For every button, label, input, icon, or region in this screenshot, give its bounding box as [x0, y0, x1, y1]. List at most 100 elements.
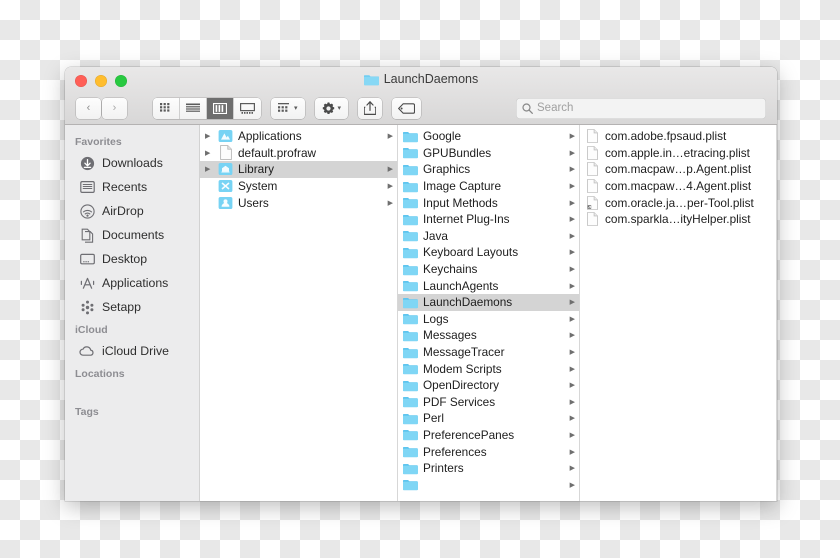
- disclosure-triangle-icon[interactable]: ▶: [205, 132, 213, 140]
- disclosure-triangle-icon[interactable]: ▶: [205, 149, 213, 157]
- sidebar-item-desktop[interactable]: Desktop: [65, 247, 199, 271]
- folder-icon: [403, 295, 418, 310]
- arrange-button[interactable]: ▾: [271, 97, 305, 119]
- column-row-image-capture[interactable]: Image Capture ▶: [398, 178, 579, 195]
- column-row-com-oracle-ja-per-tool-plist[interactable]: com.oracle.ja…per-Tool.plist: [580, 194, 776, 211]
- file-icon: [585, 179, 600, 194]
- column-row-logs[interactable]: Logs ▶: [398, 311, 579, 328]
- column-row-label: Users: [238, 195, 269, 210]
- column-row-item[interactable]: ▶: [398, 476, 579, 493]
- column-row-label: com.apple.in…etracing.plist: [605, 145, 750, 160]
- column-row-gpubundles[interactable]: GPUBundles ▶: [398, 145, 579, 162]
- column-row-label: LaunchAgents: [423, 278, 499, 293]
- column-row-preferencepanes[interactable]: PreferencePanes ▶: [398, 427, 579, 444]
- sidebar-header-icloud: iCloud: [75, 324, 108, 336]
- window-titlebar[interactable]: LaunchDaemons ‹ › ▾ ▾ Search: [65, 67, 777, 125]
- column-row-opendirectory[interactable]: OpenDirectory ▶: [398, 377, 579, 394]
- chevron-down-icon: ▾: [337, 104, 342, 112]
- folder-icon: [403, 228, 418, 243]
- chevron-right-icon: ▶: [569, 465, 575, 473]
- column-row-users[interactable]: Users ▶: [200, 194, 397, 211]
- sidebar-locations-body: [65, 383, 199, 401]
- column-library[interactable]: Google ▶ GPUBundles ▶ Graphics ▶ Image Capture…: [398, 125, 580, 501]
- disclosure-triangle-icon[interactable]: ▶: [205, 165, 213, 173]
- back-button[interactable]: ‹: [76, 97, 101, 119]
- column-row-messagetracer[interactable]: MessageTracer ▶: [398, 344, 579, 361]
- column-row-library[interactable]: ▶ Library ▶: [200, 161, 397, 178]
- tag-button[interactable]: [392, 97, 422, 119]
- column-row-default-profraw[interactable]: ▶ default.profraw: [200, 145, 397, 162]
- tag-icon: [398, 102, 416, 114]
- column-launchdaemons[interactable]: com.adobe.fpsaud.plist com.apple.in…etrac…: [580, 125, 777, 501]
- sidebar-header-tags: Tags: [75, 406, 99, 418]
- column-row-system[interactable]: System ▶: [200, 178, 397, 195]
- column-row-modem-scripts[interactable]: Modem Scripts ▶: [398, 360, 579, 377]
- minimize-button[interactable]: [95, 75, 107, 87]
- forward-button[interactable]: ›: [102, 97, 127, 119]
- column-row-label: Library: [238, 162, 275, 177]
- column-row-applications[interactable]: ▶ Applications ▶: [200, 128, 397, 145]
- column-row-keychains[interactable]: Keychains ▶: [398, 261, 579, 278]
- column-row-messages[interactable]: Messages ▶: [398, 327, 579, 344]
- window-body: Favorites Downloads Recents AirDrop Docu…: [65, 125, 777, 501]
- column-row-perl[interactable]: Perl ▶: [398, 410, 579, 427]
- users-folder-icon: [218, 195, 233, 210]
- column-row-label: Graphics: [423, 162, 471, 177]
- window-title: LaunchDaemons: [65, 72, 777, 86]
- sidebar-item-setapp[interactable]: Setapp: [65, 295, 199, 319]
- action-button[interactable]: ▾: [314, 97, 349, 119]
- column-row-com-sparkla-ityhelper-plist[interactable]: com.sparkla…ityHelper.plist: [580, 211, 776, 228]
- folder-icon: [403, 394, 418, 409]
- column-row-com-adobe-fpsaud-plist[interactable]: com.adobe.fpsaud.plist: [580, 128, 776, 145]
- column-row-google[interactable]: Google ▶: [398, 128, 579, 145]
- column-row-com-macpaw-4-agent-plist[interactable]: com.macpaw…4.Agent.plist: [580, 178, 776, 195]
- sidebar-item-label: Applications: [102, 276, 169, 290]
- column-row-label: com.adobe.fpsaud.plist: [605, 129, 727, 144]
- sidebar-item-recents[interactable]: Recents: [65, 175, 199, 199]
- icon-view-button[interactable]: [153, 97, 180, 119]
- column-row-label: System: [238, 179, 278, 194]
- sidebar-item-airdrop[interactable]: AirDrop: [65, 199, 199, 223]
- sidebar-item-label: Recents: [102, 180, 148, 194]
- column-row-graphics[interactable]: Graphics ▶: [398, 161, 579, 178]
- folder-icon: [403, 427, 418, 442]
- sidebar-item-documents[interactable]: Documents: [65, 223, 199, 247]
- setapp-icon: [79, 299, 95, 315]
- maximize-button[interactable]: [115, 75, 127, 87]
- column-row-preferences[interactable]: Preferences ▶: [398, 443, 579, 460]
- column-row-launchdaemons[interactable]: LaunchDaemons ▶: [398, 293, 579, 311]
- desktop-icon: [79, 251, 95, 267]
- column-row-java[interactable]: Java ▶: [398, 228, 579, 245]
- gallery-view-button[interactable]: [234, 97, 261, 119]
- column-row-internet-plug-ins[interactable]: Internet Plug-Ins ▶: [398, 211, 579, 228]
- column-row-input-methods[interactable]: Input Methods ▶: [398, 194, 579, 211]
- folder-icon: [403, 145, 418, 160]
- close-button[interactable]: [75, 75, 87, 87]
- folder-icon: [403, 345, 418, 360]
- column-row-keyboard-layouts[interactable]: Keyboard Layouts ▶: [398, 244, 579, 261]
- column-row-launchagents[interactable]: LaunchAgents ▶: [398, 277, 579, 294]
- column-row-com-apple-in-etracing-plist[interactable]: com.apple.in…etracing.plist: [580, 145, 776, 162]
- column-row-printers[interactable]: Printers ▶: [398, 460, 579, 477]
- library-folder-icon: [218, 162, 233, 177]
- sidebar-item-icloud-drive[interactable]: iCloud Drive: [65, 339, 199, 363]
- chevron-right-icon: ▶: [569, 282, 575, 290]
- column-view-button[interactable]: [207, 97, 234, 119]
- column-row-label: Applications: [238, 129, 302, 144]
- sidebar-item-label: AirDrop: [102, 204, 144, 218]
- column-row-label: com.macpaw…p.Agent.plist: [605, 162, 752, 177]
- chevron-right-icon: ▶: [569, 448, 575, 456]
- folder-icon: [403, 278, 418, 293]
- chevron-right-icon: ▶: [569, 481, 575, 489]
- list-view-button[interactable]: [180, 97, 207, 119]
- folder-icon: [403, 212, 418, 227]
- column-row-pdf-services[interactable]: PDF Services ▶: [398, 394, 579, 411]
- column-row-com-macpaw-p-agent-plist[interactable]: com.macpaw…p.Agent.plist: [580, 161, 776, 178]
- chevron-right-icon: ▶: [569, 382, 575, 390]
- sidebar-item-applications[interactable]: Applications: [65, 271, 199, 295]
- folder-icon: [403, 461, 418, 476]
- share-button[interactable]: [358, 97, 383, 119]
- sidebar-item-downloads[interactable]: Downloads: [65, 151, 199, 175]
- column-root[interactable]: ▶ Applications ▶ ▶ default.profraw ▶ Lib…: [200, 125, 398, 501]
- search-input[interactable]: Search: [516, 97, 766, 119]
